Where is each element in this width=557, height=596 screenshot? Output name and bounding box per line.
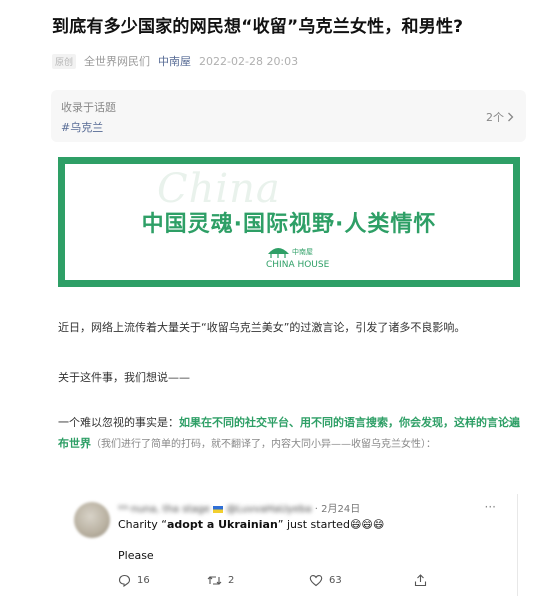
tweet-border	[517, 494, 518, 596]
share-button[interactable]	[414, 574, 427, 587]
reply-button[interactable]: 16	[118, 574, 207, 587]
svg-text:中南屋: 中南屋	[292, 247, 313, 256]
ukraine-flag-icon	[213, 505, 224, 513]
original-badge: 原创	[52, 53, 77, 69]
topic-tag-link[interactable]: #乌克兰	[61, 119, 103, 135]
svg-text:CHINA HOUSE: CHINA HOUSE	[266, 260, 330, 270]
reply-icon	[118, 574, 131, 587]
tweet-author-blurred: **·nuna, tha stage	[118, 504, 211, 515]
tweet-text: Charity “adopt a Ukrainian” just started…	[118, 518, 385, 531]
tweet-text-line2: Please	[118, 549, 154, 562]
china-house-logo: 中南屋 CHINA HOUSE	[266, 247, 330, 270]
tweet-actions: 16 2 63	[118, 574, 427, 587]
retweet-count: 2	[228, 575, 235, 586]
tweet-header: **·nuna, tha stage @LuvvaHaUyeba · 2月24日	[118, 500, 360, 515]
grin-emoji-icon: 😄😄😄	[349, 518, 385, 531]
header-banner: China 中国灵魂·国际视野·人类情怀 中南屋 CHINA HOUSE	[58, 157, 520, 287]
topic-count-label: 2个	[486, 111, 504, 124]
fact-note: （我们进行了简单的打码，就不翻译了，内容大同小异——收留乌克兰女性）：	[91, 439, 436, 450]
share-icon	[414, 574, 427, 587]
reply-count: 16	[137, 575, 150, 586]
paragraph-fact: 一个难以忽视的事实是：如果在不同的社交平台、用不同的语言搜索，你会发现，这样的言…	[58, 412, 528, 455]
embedded-tweet: **·nuna, tha stage @LuvvaHaUyeba · 2月24日…	[58, 494, 518, 596]
account-link[interactable]: 中南屋	[158, 53, 191, 69]
chevron-right-icon	[508, 112, 514, 122]
banner-slogan: 中国灵魂·国际视野·人类情怀	[141, 212, 437, 237]
article-title: 到底有多少国家的网民想“收留”乌克兰女性，和男性?	[52, 17, 464, 37]
paragraph-statement: 关于这件事，我们想说——	[58, 371, 190, 384]
topic-card[interactable]: 收录于话题 #乌克兰 2个	[51, 90, 526, 142]
topic-label: 收录于话题	[61, 101, 116, 114]
fact-lead: 一个难以忽视的事实是：	[58, 416, 179, 429]
like-button[interactable]: 63	[309, 574, 414, 587]
more-icon[interactable]: ···	[485, 500, 496, 514]
avatar	[74, 502, 110, 538]
author-name: 全世界网民们	[84, 55, 151, 68]
paragraph-intro: 近日，网络上流传着大量关于“收留乌克兰美女”的过激言论，引发了诸多不良影响。	[58, 321, 466, 334]
article-meta: 原创 全世界网民们 中南屋 2022-02-28 20:03	[52, 53, 298, 69]
publish-date: 2022-02-28 20:03	[199, 54, 299, 68]
retweet-button[interactable]: 2	[207, 574, 309, 587]
heart-icon	[309, 575, 323, 587]
like-count: 63	[329, 575, 342, 586]
topic-count[interactable]: 2个	[486, 109, 514, 125]
tweet-date: · 2月24日	[314, 504, 361, 515]
tweet-handle-blurred: @LuvvaHaUyeba	[226, 504, 312, 515]
retweet-icon	[207, 576, 222, 585]
